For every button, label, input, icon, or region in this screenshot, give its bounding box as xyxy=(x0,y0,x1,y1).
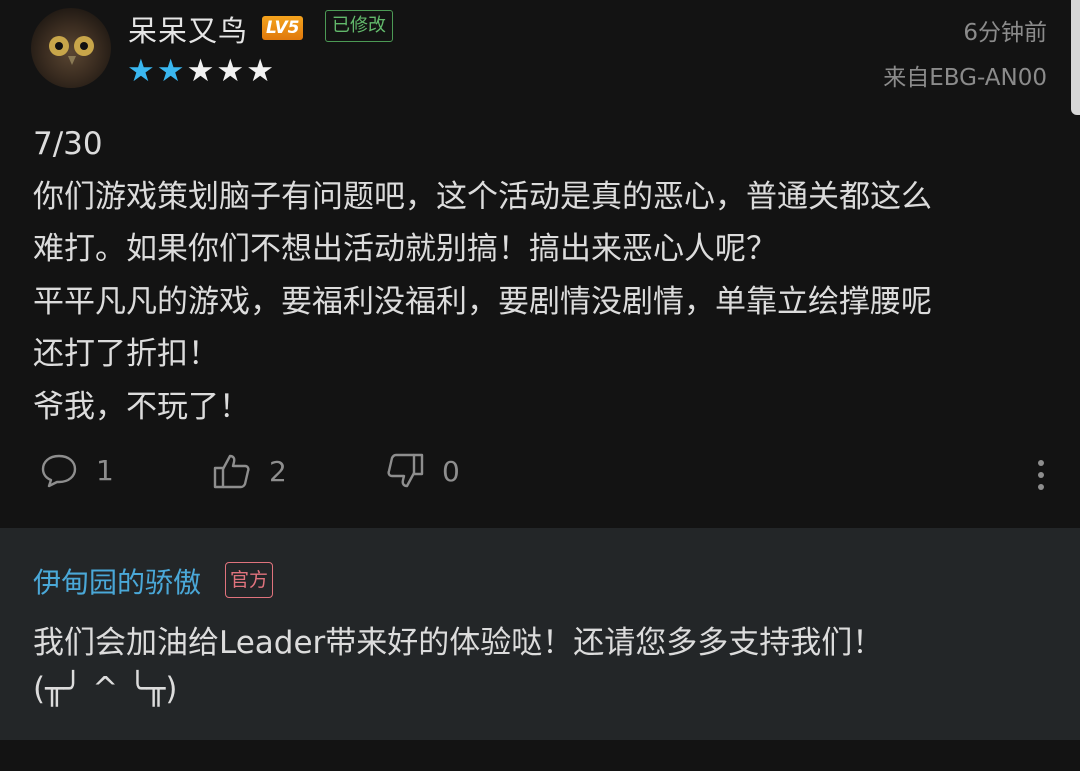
comment-count: 1 xyxy=(96,453,114,487)
avatar[interactable] xyxy=(31,8,111,88)
dislike-button[interactable]: 0 xyxy=(386,452,460,490)
avatar-eye xyxy=(74,36,94,56)
dislike-count: 0 xyxy=(442,454,460,488)
comment-button[interactable]: 1 xyxy=(40,452,114,488)
rating-stars: ★ ★ ★ ★ ★ xyxy=(127,53,274,89)
level-badge: LV5 xyxy=(262,16,304,40)
post-time: 6分钟前 xyxy=(963,20,1047,46)
thumbs-down-icon xyxy=(386,452,424,490)
review-line: 难打。如果你们不想出活动就别搞！搞出来恶心人呢？ xyxy=(33,231,777,267)
more-vertical-icon[interactable] xyxy=(1038,460,1044,496)
star-icon: ★ xyxy=(127,53,155,89)
action-bar: 1 2 0 xyxy=(0,452,1080,504)
avatar-eye xyxy=(49,36,69,56)
official-badge: 官方 xyxy=(225,562,274,598)
review-line: 还打了折扣！ xyxy=(33,336,219,372)
device-label: 来自EBG-AN00 xyxy=(883,65,1047,91)
comment-icon xyxy=(40,452,78,488)
scrollbar[interactable] xyxy=(1071,0,1080,115)
like-button[interactable]: 2 xyxy=(213,452,287,490)
avatar-beak xyxy=(68,56,76,65)
reply-text: 我们会加油给Leader带来好的体验哒！还请您多多支持我们！ (╥╯ ^ ╰╥) xyxy=(33,620,1053,712)
thumbs-up-icon xyxy=(213,452,251,490)
review-card: 呆呆又鸟 LV5 已修改 ★ ★ ★ ★ ★ 6分钟前 来自EBG-AN00 7… xyxy=(0,0,1080,528)
reply-author[interactable]: 伊甸园的骄傲 xyxy=(33,561,201,601)
reply-line: 我们会加油给Leader带来好的体验哒！还请您多多支持我们！ xyxy=(33,625,884,661)
like-count: 2 xyxy=(269,454,287,488)
review-line: 7/30 xyxy=(33,126,103,162)
star-icon: ★ xyxy=(186,53,215,89)
bottom-divider xyxy=(0,740,1080,771)
review-line: 你们游戏策划脑子有问题吧，这个活动是真的恶心，普通关都这么 xyxy=(33,178,932,215)
review-line: 爷我，不玩了！ xyxy=(33,388,250,425)
review-content: 7/30 你们游戏策划脑子有问题吧，这个活动是真的恶心，普通关都这么 难打。如果… xyxy=(33,118,1053,433)
modified-badge: 已修改 xyxy=(325,10,393,42)
username[interactable]: 呆呆又鸟 xyxy=(128,8,248,50)
star-icon: ★ xyxy=(216,53,245,89)
star-icon: ★ xyxy=(246,53,274,89)
star-icon: ★ xyxy=(156,53,185,89)
review-line: 平平凡凡的游戏，要福利没福利，要剧情没剧情，单靠立绘撑腰呢 xyxy=(33,283,932,320)
reply-line: (╥╯ ^ ╰╥) xyxy=(33,671,178,707)
official-reply: 伊甸园的骄傲 官方 我们会加油给Leader带来好的体验哒！还请您多多支持我们！… xyxy=(0,528,1080,740)
